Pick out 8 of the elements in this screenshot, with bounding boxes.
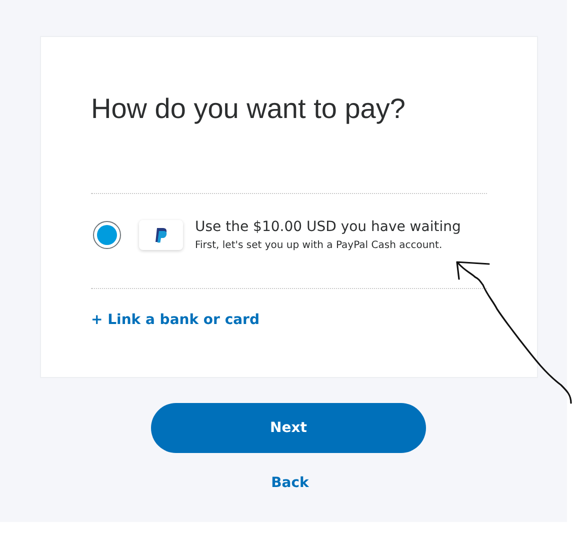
next-button[interactable]: Next bbox=[151, 403, 426, 453]
paypal-logo-icon bbox=[139, 220, 183, 250]
radio-button[interactable] bbox=[93, 221, 121, 249]
link-bank-or-card-link[interactable]: + Link a bank or card bbox=[91, 312, 260, 328]
page-heading: How do you want to pay? bbox=[91, 92, 406, 126]
option-subtitle: First, let's set you up with a PayPal Cash account. bbox=[195, 240, 444, 251]
option-title: Use the $10.00 USD you have waiting bbox=[195, 219, 461, 235]
back-link[interactable]: Back bbox=[270, 475, 310, 491]
